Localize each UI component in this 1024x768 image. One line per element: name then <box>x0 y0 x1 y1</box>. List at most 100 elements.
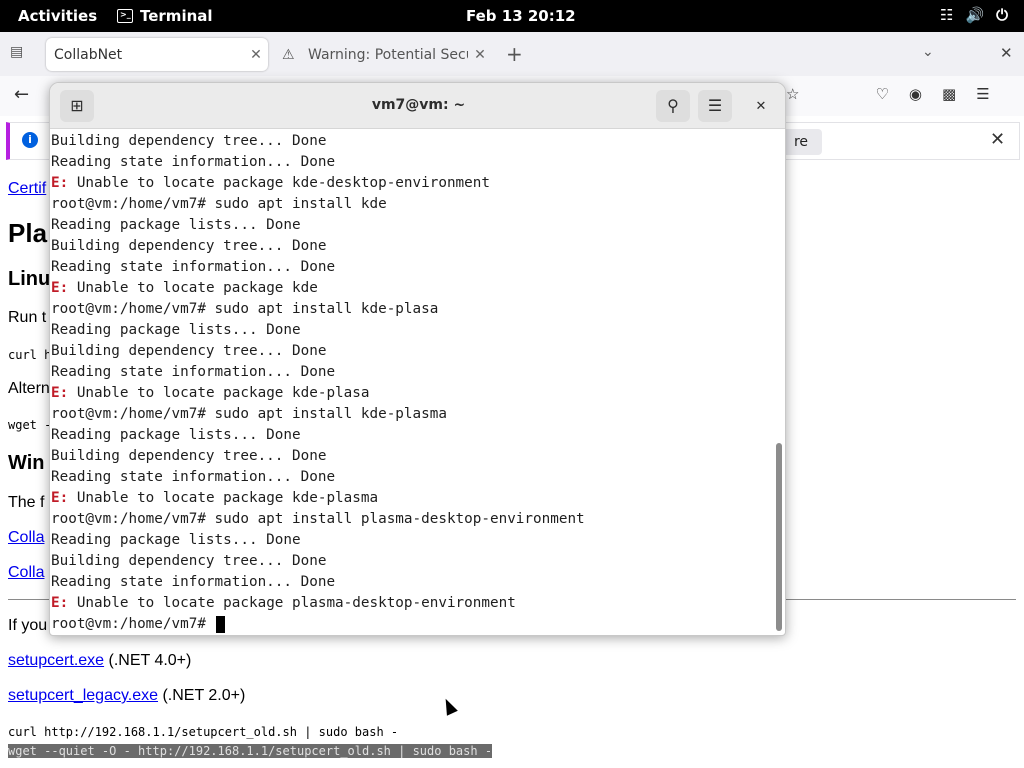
app-menu[interactable]: >_ Terminal <box>117 7 213 25</box>
terminal-line: root@vm:/home/vm7# sudo apt install kde-… <box>51 299 773 320</box>
extensions-icon[interactable]: ▩ <box>942 85 956 103</box>
terminal-line-text: root@vm:/home/vm7# sudo apt install kde-… <box>51 406 447 422</box>
terminal-line: E: Unable to locate package kde-plasma <box>51 488 773 509</box>
wget-command: wget - <box>8 418 52 432</box>
curl-old-command: curl http://192.168.1.1/setupcert_old.sh… <box>8 725 399 739</box>
windows-heading: Win <box>8 452 45 474</box>
terminal-line-text: Unable to locate package kde-plasa <box>68 385 370 401</box>
close-icon[interactable]: ✕ <box>750 96 772 118</box>
browser-tab-bar: ▤ CollabNet ✕ ⚠ Warning: Potential Secur… <box>0 32 1024 76</box>
terminal-line: Building dependency tree... Done <box>51 551 773 572</box>
page-heading: Pla <box>8 218 48 248</box>
gnome-top-bar: Activities >_ Terminal Feb 13 20:12 ☷ 🔊 … <box>0 0 1024 32</box>
terminal-line: E: Unable to locate package plasma-deskt… <box>51 593 773 614</box>
new-tab-button[interactable]: + <box>506 42 523 66</box>
certificate-link[interactable]: Certif <box>8 180 46 198</box>
power-icon[interactable]: ⏻ <box>996 6 1008 24</box>
terminal-line-text: Unable to locate package plasma-desktop-… <box>68 595 516 611</box>
setupcert-legacy-link[interactable]: setupcert_legacy.exe <box>8 687 158 704</box>
tab-title: CollabNet <box>54 46 123 63</box>
volume-icon[interactable]: 🔊 <box>965 6 984 24</box>
terminal-line-text: Reading package lists... Done <box>51 322 301 338</box>
terminal-line: Reading package lists... Done <box>51 530 773 551</box>
setupcert-line: setupcert.exe (.NET 4.0+) <box>8 652 191 670</box>
wget-old-command: wget --quiet -O - http://192.168.1.1/set… <box>8 744 493 758</box>
terminal-line-text: Building dependency tree... Done <box>51 553 327 569</box>
terminal-line-text: Building dependency tree... Done <box>51 133 327 149</box>
tab-collabnet[interactable]: CollabNet ✕ <box>46 38 268 71</box>
terminal-line: Building dependency tree... Done <box>51 131 773 152</box>
terminal-line: Reading state information... Done <box>51 257 773 278</box>
error-prefix: E: <box>51 280 69 296</box>
terminal-icon: >_ <box>117 9 133 23</box>
terminal-line: Reading state information... Done <box>51 572 773 593</box>
network-icon[interactable]: ☷ <box>940 6 953 24</box>
clock[interactable]: Feb 13 20:12 <box>466 7 576 25</box>
terminal-output[interactable]: Building dependency tree... Done Reading … <box>51 131 773 635</box>
terminal-line-text: root@vm:/home/vm7# sudo apt install kde-… <box>51 301 439 317</box>
terminal-line-text: Reading package lists... Done <box>51 427 301 443</box>
terminal-line-text: root@vm:/home/vm7# <box>51 616 215 632</box>
account-icon[interactable]: ◉ <box>909 85 922 103</box>
terminal-line: Reading package lists... Done <box>51 320 773 341</box>
error-prefix: E: <box>51 490 69 506</box>
hamburger-menu-icon[interactable]: ☰ <box>698 90 732 122</box>
bookmark-star-icon[interactable]: ☆ <box>786 85 799 103</box>
close-icon[interactable]: ✕ <box>468 47 492 63</box>
info-icon: i <box>22 132 38 148</box>
back-icon[interactable]: ← <box>14 84 29 105</box>
collabnet-link-2[interactable]: Colla <box>8 564 44 582</box>
error-prefix: E: <box>51 595 69 611</box>
terminal-header-bar[interactable]: ⊞ vm7@vm: ~ ⚲ ☰ ✕ <box>50 83 785 129</box>
terminal-line-text: Reading state information... Done <box>51 469 336 485</box>
following-text: The f <box>8 494 45 511</box>
terminal-line-text: Building dependency tree... Done <box>51 238 327 254</box>
terminal-line: Reading state information... Done <box>51 152 773 173</box>
close-icon[interactable]: ✕ <box>244 47 268 63</box>
collabnet-link-1[interactable]: Colla <box>8 529 44 547</box>
firefox-view-icon[interactable]: ▤ <box>10 44 30 64</box>
terminal-line: E: Unable to locate package kde <box>51 278 773 299</box>
terminal-line-text: Unable to locate package kde-plasma <box>68 490 379 506</box>
alternative-text: Altern <box>8 380 50 397</box>
terminal-window[interactable]: ⊞ vm7@vm: ~ ⚲ ☰ ✕ Building dependency tr… <box>49 82 786 636</box>
terminal-line-text: Unable to locate package kde <box>68 280 318 296</box>
if-you-text: If you <box>8 617 48 634</box>
error-prefix: E: <box>51 175 69 191</box>
terminal-line-text: Reading package lists... Done <box>51 217 301 233</box>
search-icon[interactable]: ⚲ <box>656 90 690 122</box>
terminal-line: Reading package lists... Done <box>51 215 773 236</box>
terminal-line: Reading state information... Done <box>51 467 773 488</box>
terminal-line: Building dependency tree... Done <box>51 236 773 257</box>
terminal-line-text: Building dependency tree... Done <box>51 448 327 464</box>
linux-heading: Linu <box>8 268 51 290</box>
setupcert-link[interactable]: setupcert.exe <box>8 652 104 669</box>
tab-warning[interactable]: ⚠ Warning: Potential Securit ✕ <box>274 38 492 71</box>
activities-button[interactable]: Activities <box>18 7 97 25</box>
terminal-line-text: root@vm:/home/vm7# sudo apt install plas… <box>51 511 585 527</box>
window-close-icon[interactable]: ✕ <box>1000 44 1013 62</box>
terminal-line: Building dependency tree... Done <box>51 341 773 362</box>
close-icon[interactable]: ✕ <box>990 129 1005 150</box>
terminal-line: Reading package lists... Done <box>51 425 773 446</box>
system-tray[interactable]: ☷ 🔊 ⏻ <box>940 6 1008 24</box>
terminal-line: root@vm:/home/vm7# sudo apt install kde <box>51 194 773 215</box>
terminal-scrollbar[interactable] <box>776 443 782 631</box>
error-prefix: E: <box>51 385 69 401</box>
menu-icon[interactable]: ☰ <box>976 85 989 103</box>
terminal-line: root@vm:/home/vm7# <box>51 614 773 635</box>
setupcert-legacy-line: setupcert_legacy.exe (.NET 2.0+) <box>8 687 245 705</box>
chevron-down-icon[interactable]: ⌄ <box>922 44 934 60</box>
terminal-line-text: Reading state information... Done <box>51 154 336 170</box>
terminal-line: E: Unable to locate package kde-plasa <box>51 383 773 404</box>
terminal-line: root@vm:/home/vm7# sudo apt install kde-… <box>51 404 773 425</box>
terminal-line-text: root@vm:/home/vm7# sudo apt install kde <box>51 196 387 212</box>
curl-command: curl h <box>8 348 52 362</box>
setupcert-note: (.NET 4.0+) <box>104 652 192 669</box>
tab-title: Warning: Potential Securit <box>308 46 468 63</box>
terminal-line-text: Unable to locate package kde-desktop-env… <box>68 175 490 191</box>
terminal-line-text: Reading state information... Done <box>51 259 336 275</box>
pocket-icon[interactable]: ♡ <box>875 85 888 103</box>
toolbar-icons: ☆ ♡ ◉ ▩ ☰ <box>786 85 990 103</box>
terminal-line-text: Reading state information... Done <box>51 364 336 380</box>
